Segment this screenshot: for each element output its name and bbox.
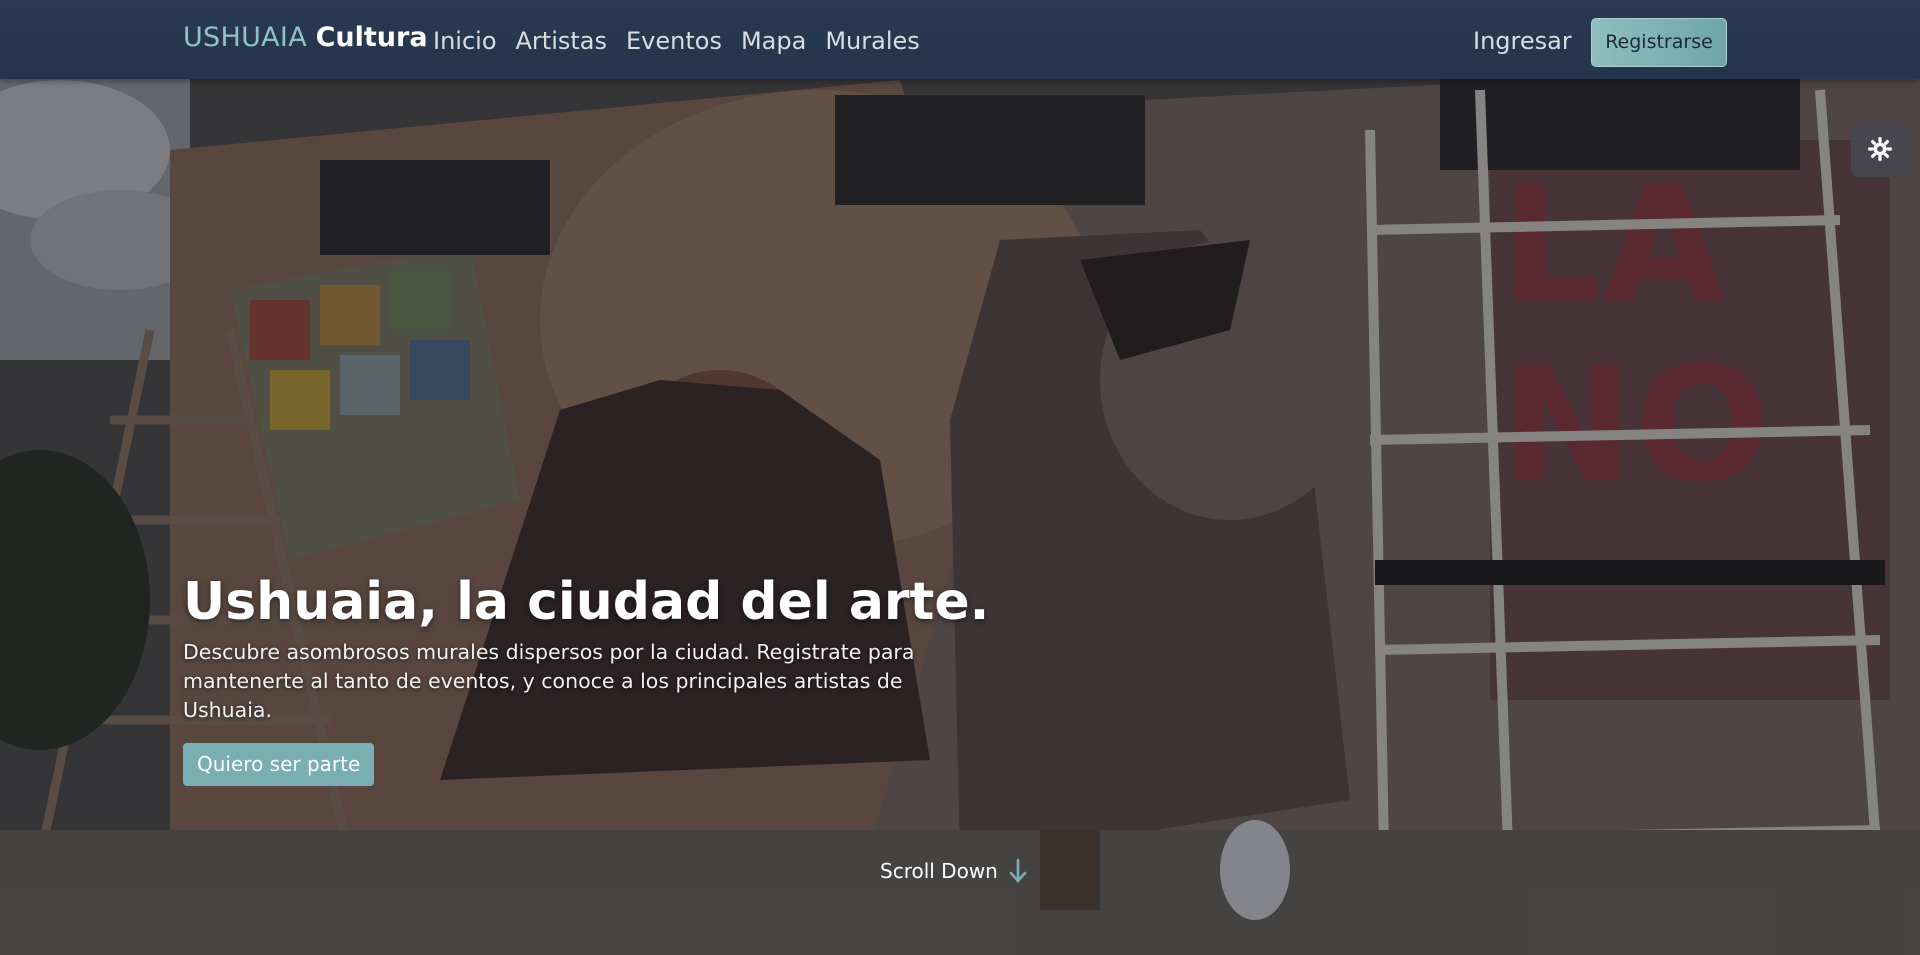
theme-toggle-button[interactable] <box>1851 121 1909 177</box>
login-link[interactable]: Ingresar <box>1473 26 1572 56</box>
nav-link-mapa[interactable]: Mapa <box>741 26 806 56</box>
hero-subtitle: Descubre asombrosos murales dispersos po… <box>183 640 915 722</box>
nav-link-inicio[interactable]: Inicio <box>433 26 497 56</box>
brand-secondary: Cultura <box>315 22 428 53</box>
register-button[interactable]: Registrarse <box>1591 18 1727 67</box>
scroll-down-label: Scroll Down <box>880 859 998 883</box>
brand-logo[interactable]: USHUAIA Cultura <box>183 22 428 54</box>
hero-title: Ushuaia, la ciudad del arte. <box>183 572 990 632</box>
gear-icon <box>1868 137 1892 161</box>
nav-link-artistas[interactable]: Artistas <box>516 26 608 56</box>
hero-content: Ushuaia, la ciudad del arte. Descubre as… <box>183 568 1083 786</box>
brand-primary: USHUAIA <box>183 22 307 53</box>
top-navbar: USHUAIA Cultura Inicio Artistas Eventos … <box>0 0 1920 79</box>
nav-links: Inicio Artistas Eventos Mapa Murales <box>433 26 920 56</box>
nav-link-eventos[interactable]: Eventos <box>626 26 722 56</box>
nav-link-murales[interactable]: Murales <box>825 26 919 56</box>
hero-overlay <box>0 0 1920 955</box>
join-button[interactable]: Quiero ser parte <box>183 743 375 786</box>
arrow-down-icon <box>1009 858 1027 883</box>
hero-background: LA NO <box>0 0 1920 955</box>
scroll-down-link[interactable]: Scroll Down <box>880 858 1028 884</box>
